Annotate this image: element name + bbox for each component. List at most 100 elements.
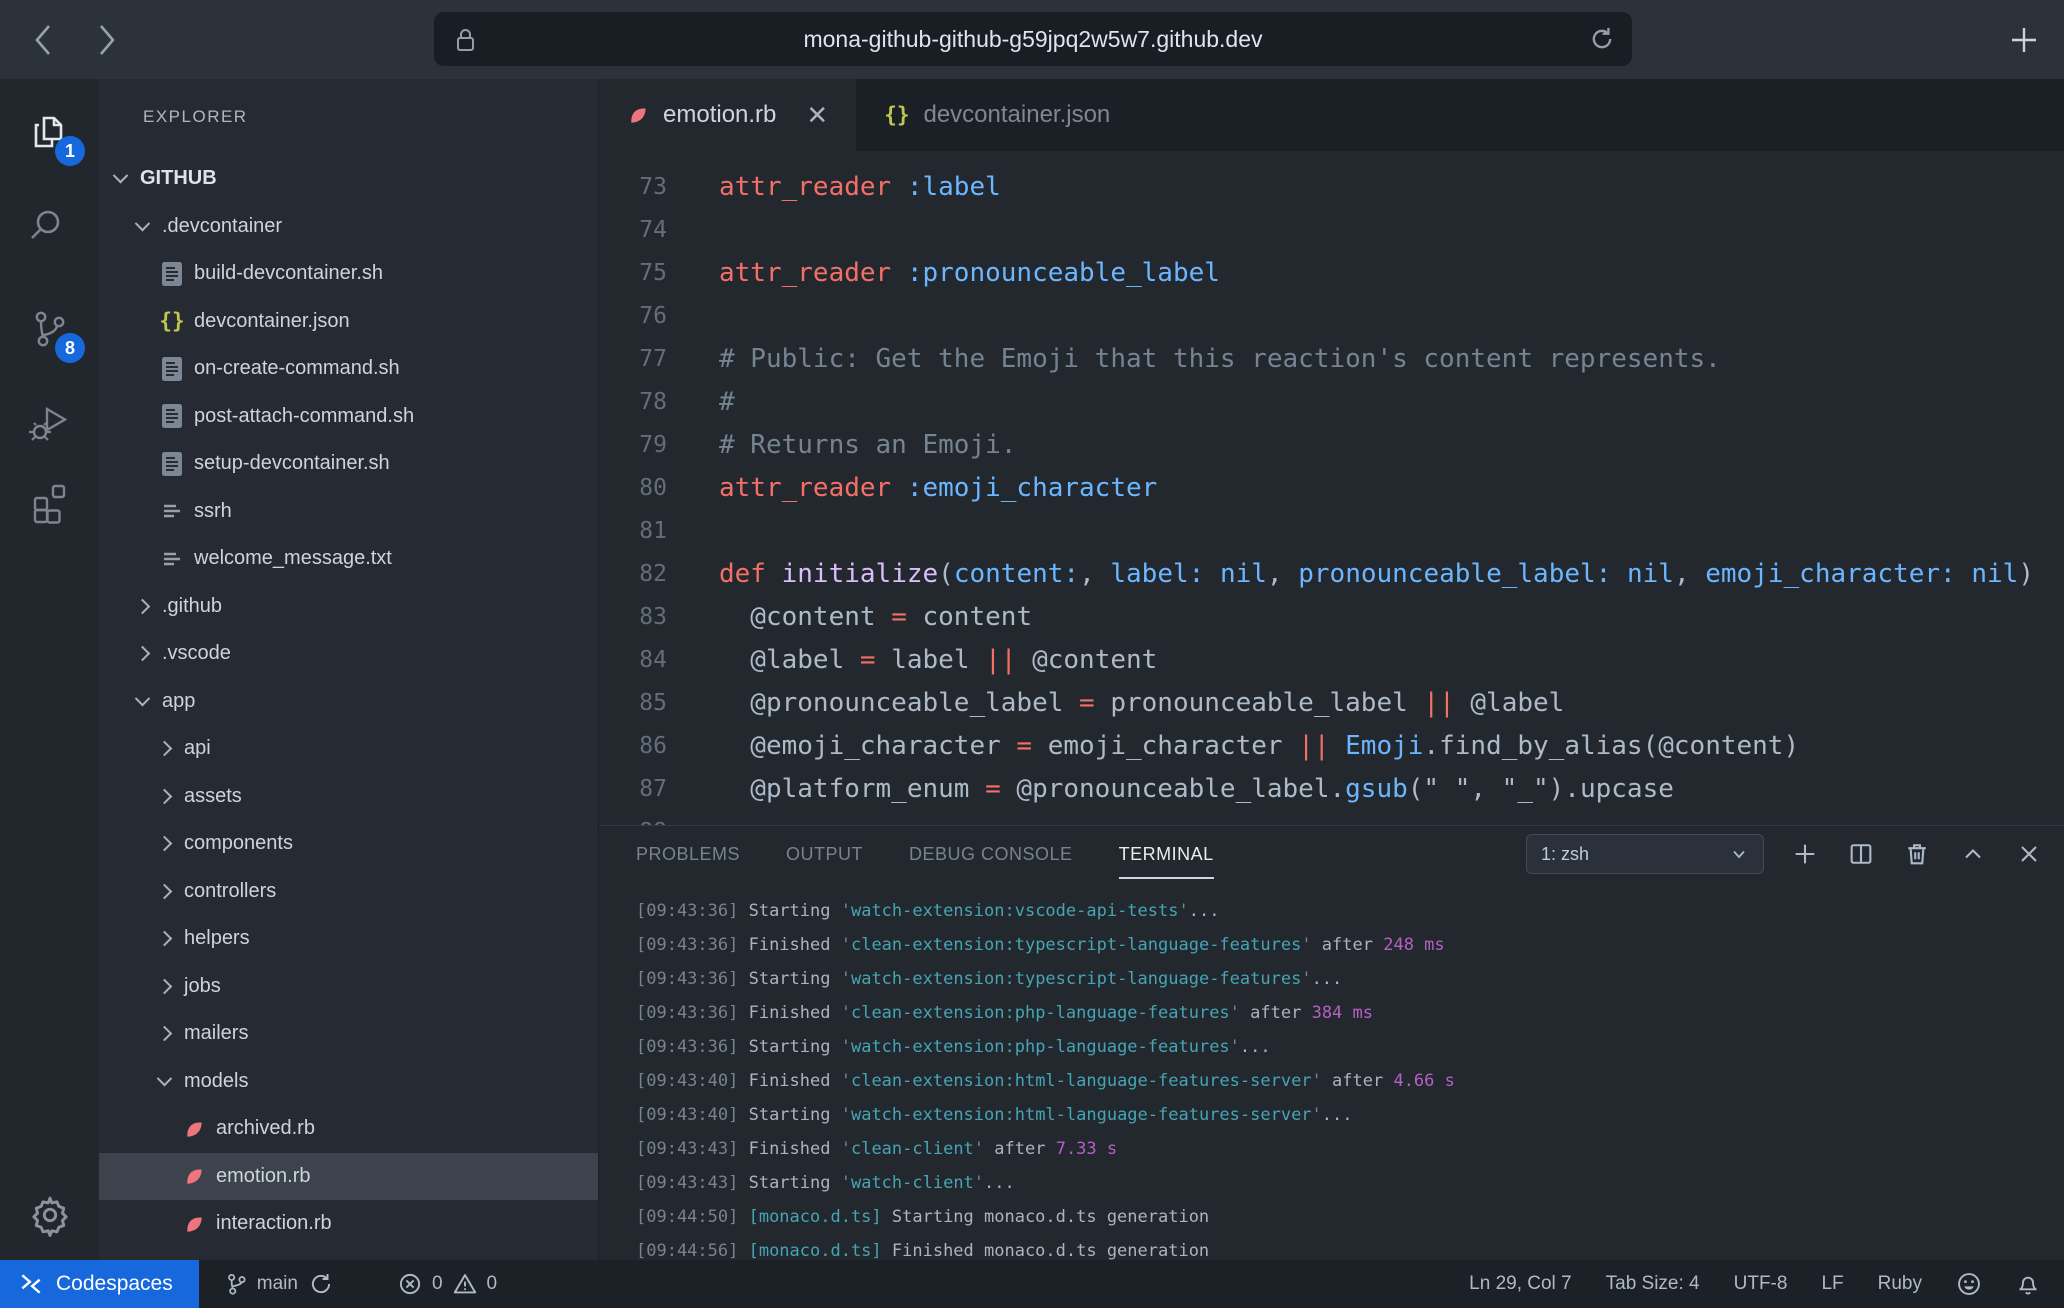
panel-tab-output[interactable]: OUTPUT	[786, 826, 863, 882]
tab-devcontainer-json[interactable]: {} devcontainer.json	[856, 79, 1138, 151]
tree-item-components[interactable]: components	[99, 820, 598, 868]
notifications-button[interactable]	[2016, 1271, 2040, 1297]
tree-item-label: welcome_message.txt	[194, 547, 392, 570]
eol-status[interactable]: LF	[1821, 1273, 1843, 1295]
indentation-status[interactable]: Tab Size: 4	[1606, 1273, 1700, 1295]
activity-explorer[interactable]: 1	[0, 106, 99, 162]
chevron-right-icon	[157, 788, 173, 804]
code-line-84[interactable]: 84 @label = label || @content	[599, 638, 2064, 681]
code-line-88[interactable]: 88	[599, 810, 2064, 825]
tree-item-setup-devcontainer-sh[interactable]: setup-devcontainer.sh	[99, 440, 598, 488]
panel-tab-problems[interactable]: PROBLEMS	[636, 826, 740, 882]
code-text: # Public: Get the Emoji that this reacti…	[719, 344, 1721, 374]
feedback-smiley-button[interactable]	[1956, 1271, 1982, 1297]
new-tab-button[interactable]	[2006, 22, 2042, 58]
tree-item--github[interactable]: .github	[99, 583, 598, 631]
code-line-78[interactable]: 78#	[599, 380, 2064, 423]
language-mode-status[interactable]: Ruby	[1878, 1273, 1922, 1295]
tree-item-models[interactable]: models	[99, 1058, 598, 1106]
tree-item-app[interactable]: app	[99, 678, 598, 726]
error-count: 0	[432, 1273, 443, 1295]
settings-gear-button[interactable]	[0, 1187, 99, 1243]
code-text: @label = label || @content	[719, 645, 1157, 675]
git-branch-status[interactable]: main	[225, 1271, 334, 1297]
code-line-74[interactable]: 74	[599, 208, 2064, 251]
tree-item-mailers[interactable]: mailers	[99, 1010, 598, 1058]
close-panel-button[interactable]	[2014, 839, 2044, 869]
tree-item-label: mailers	[184, 1022, 248, 1045]
code-line-73[interactable]: 73attr_reader :label	[599, 165, 2064, 208]
tree-item-post-attach-command-sh[interactable]: post-attach-command.sh	[99, 393, 598, 441]
tree-item-label: on-create-command.sh	[194, 357, 400, 380]
chevron-right-icon	[157, 741, 173, 757]
terminal-output[interactable]: [09:43:36] Starting 'watch-extension:vsc…	[599, 882, 2064, 1260]
code-line-86[interactable]: 86 @emoji_character = emoji_character ||…	[599, 724, 2064, 767]
smiley-icon	[1956, 1271, 1982, 1297]
tab-close-icon[interactable]: ✕	[806, 102, 828, 128]
tree-item-controllers[interactable]: controllers	[99, 868, 598, 916]
activity-extensions[interactable]	[0, 473, 99, 529]
code-line-77[interactable]: 77 # Public: Get the Emoji that this reac…	[599, 337, 2064, 380]
tree-item-label: build-devcontainer.sh	[194, 262, 383, 285]
code-line-83[interactable]: 83 @content = content	[599, 595, 2064, 638]
activity-search[interactable]	[0, 199, 99, 255]
browser-forward-button[interactable]	[86, 16, 126, 64]
split-terminal-button[interactable]	[1846, 839, 1876, 869]
code-line-85[interactable]: 85 @pronounceable_label = pronounceable_…	[599, 681, 2064, 724]
tree-item-ssrh[interactable]: ssrh	[99, 488, 598, 536]
activity-source-control[interactable]: 8	[0, 303, 99, 359]
chevron-up-icon	[1959, 840, 1987, 868]
tree-item-label: controllers	[184, 880, 276, 903]
new-terminal-button[interactable]	[1790, 839, 1820, 869]
browser-back-button[interactable]	[24, 16, 64, 64]
tree-item-on-create-command-sh[interactable]: on-create-command.sh	[99, 345, 598, 393]
panel-tab-terminal[interactable]: TERMINAL	[1119, 826, 1214, 882]
panel-tab-debug-console[interactable]: DEBUG CONSOLE	[909, 826, 1073, 882]
tree-item--vscode[interactable]: .vscode	[99, 630, 598, 678]
reload-icon[interactable]	[1588, 25, 1616, 53]
line-number: 80	[599, 475, 667, 501]
cursor-position-status[interactable]: Ln 29, Col 7	[1469, 1273, 1571, 1295]
plus-icon	[1791, 840, 1819, 868]
terminal-session-dropdown[interactable]: 1: zsh	[1526, 834, 1764, 874]
tree-item-emotion-rb[interactable]: emotion.rb	[99, 1153, 598, 1201]
activity-run-debug[interactable]	[0, 396, 99, 452]
codespaces-label: Codespaces	[56, 1272, 173, 1296]
tree-item-jobs[interactable]: jobs	[99, 963, 598, 1011]
codespaces-remote-badge[interactable]: Codespaces	[0, 1260, 199, 1308]
chevron-right-icon	[157, 978, 173, 994]
tree-item-helpers[interactable]: helpers	[99, 915, 598, 963]
sidebar-explorer: EXPLORER GITHUB.devcontainerbuild-devcon…	[99, 79, 599, 1260]
code-line-81[interactable]: 81	[599, 509, 2064, 552]
line-number: 77	[599, 346, 667, 372]
code-editor[interactable]: 73attr_reader :label 74 75attr_reader :pro…	[599, 151, 2064, 825]
line-number: 74	[599, 217, 667, 243]
tree-item-label: .github	[162, 595, 222, 618]
code-line-87[interactable]: 87 @platform_enum = @pronounceable_label…	[599, 767, 2064, 810]
tree-item-build-devcontainer-sh[interactable]: build-devcontainer.sh	[99, 250, 598, 298]
encoding-status[interactable]: UTF-8	[1734, 1273, 1788, 1295]
shell-file-icon	[159, 356, 185, 382]
code-text: def initialize(content:, label: nil, pro…	[719, 559, 2034, 589]
code-line-76[interactable]: 76	[599, 294, 2064, 337]
tab-emotion-rb[interactable]: emotion.rb ✕	[599, 79, 856, 151]
tree-item-interaction-rb[interactable]: interaction.rb	[99, 1200, 598, 1248]
code-line-82[interactable]: 82def initialize(content:, label: nil, p…	[599, 552, 2064, 595]
shell-file-icon	[159, 261, 185, 287]
kill-terminal-button[interactable]	[1902, 839, 1932, 869]
tree-item-api[interactable]: api	[99, 725, 598, 773]
maximize-panel-button[interactable]	[1958, 839, 1988, 869]
tree-item--devcontainer[interactable]: .devcontainer	[99, 203, 598, 251]
line-number: 76	[599, 303, 667, 329]
code-line-75[interactable]: 75attr_reader :pronounceable_label	[599, 251, 2064, 294]
code-line-79[interactable]: 79# Returns an Emoji.	[599, 423, 2064, 466]
tree-item-welcome-message-txt[interactable]: welcome_message.txt	[99, 535, 598, 583]
tree-item-assets[interactable]: assets	[99, 773, 598, 821]
tree-item-devcontainer-json[interactable]: {}devcontainer.json	[99, 298, 598, 346]
code-line-80[interactable]: 80attr_reader :emoji_character	[599, 466, 2064, 509]
tree-item-github[interactable]: GITHUB	[99, 155, 598, 203]
editor-tab-strip: emotion.rb ✕ {} devcontainer.json	[599, 79, 2064, 151]
problems-status[interactable]: 0 0	[398, 1272, 497, 1296]
tree-item-archived-rb[interactable]: archived.rb	[99, 1105, 598, 1153]
address-bar[interactable]: mona-github-github-g59jpq2w5w7.github.de…	[434, 12, 1632, 66]
